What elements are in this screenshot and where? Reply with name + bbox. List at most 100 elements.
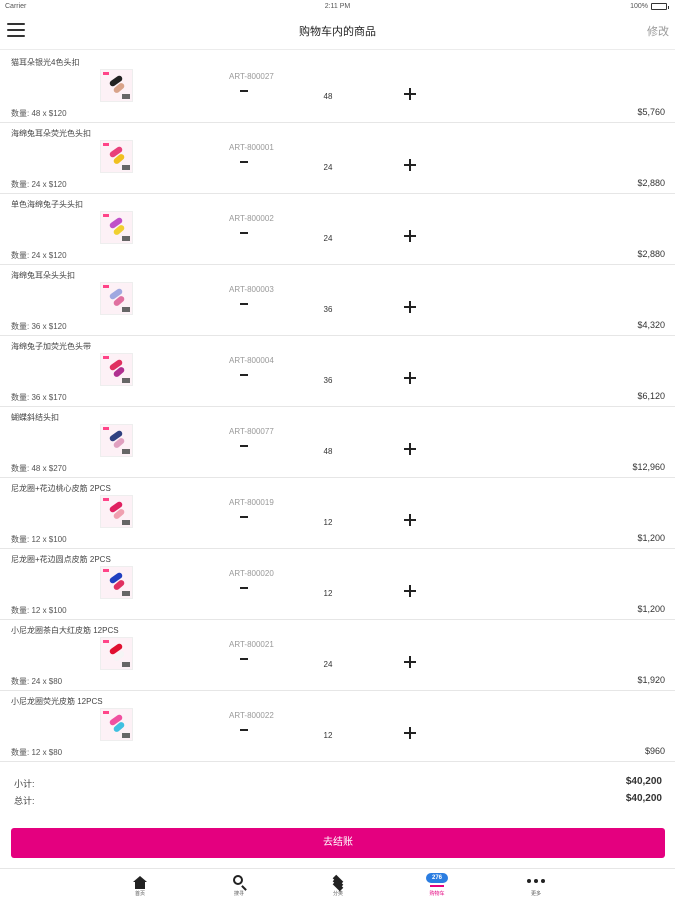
status-time: 2:11 PM [324,3,351,10]
item-thumbnail[interactable] [100,140,133,173]
nav-bar: 购物车内的商品 修改 [0,14,675,50]
item-thumbnail[interactable] [100,353,133,386]
item-count: 24 [323,163,333,172]
total-value: $40,200 [625,793,662,804]
decrease-quantity-button[interactable] [237,297,251,311]
cart-list: 猫耳朵银光4色头扣 ART-800027 48 数量: 48 x $120 $5… [0,52,675,762]
item-thumbnail[interactable] [100,69,133,102]
more-icon [527,879,545,883]
battery-icon [651,3,669,10]
decrease-quantity-button[interactable] [237,155,251,169]
increase-quantity-button[interactable] [403,87,417,101]
item-amount: $6,120 [637,391,665,401]
cart-item-row: 海绵兔耳朵头头扣 ART-800003 36 数量: 36 x $120 $4,… [0,265,675,336]
item-quantity-price: 数量: 12 x $80 [11,748,63,757]
item-code: ART-800002 [229,214,274,223]
edit-button[interactable]: 修改 [647,23,669,39]
item-quantity-price: 数量: 12 x $100 [11,606,67,615]
increase-quantity-button[interactable] [403,442,417,456]
decrease-quantity-button[interactable] [237,84,251,98]
tab-bar: 首页 搜寻 分类 276 购物车 更多 [0,868,675,900]
item-name: 小尼龙圈荧光皮筋 12PCS [11,697,103,706]
item-count: 36 [323,305,333,314]
tab-categories[interactable]: 分类 [308,873,368,897]
decrease-quantity-button[interactable] [237,581,251,595]
item-count: 24 [323,660,333,669]
increase-quantity-button[interactable] [403,584,417,598]
item-count: 36 [323,376,333,385]
increase-quantity-button[interactable] [403,300,417,314]
tab-label: 更多 [530,891,541,897]
cart-item-row: 单色海绵兔子头头扣 ART-800002 24 数量: 24 x $120 $2… [0,194,675,265]
item-name: 蝴蝶斜结头扣 [11,413,59,422]
item-name: 猫耳朵银光4色头扣 [11,58,80,67]
tab-label: 分类 [332,891,343,897]
decrease-quantity-button[interactable] [237,723,251,737]
item-amount: $1,200 [637,533,665,543]
tab-cart[interactable]: 276 购物车 [407,873,467,897]
increase-quantity-button[interactable] [403,371,417,385]
total-label: 总计: [14,796,35,806]
item-count: 24 [323,234,333,243]
item-quantity-price: 数量: 24 x $120 [11,180,67,189]
item-quantity-price: 数量: 12 x $100 [11,535,67,544]
increase-quantity-button[interactable] [403,229,417,243]
item-thumbnail[interactable] [100,282,133,315]
cart-item-row: 小尼龙圈荧光皮筋 12PCS ART-800022 12 数量: 12 x $8… [0,691,675,762]
item-code: ART-800020 [229,569,274,578]
item-amount: $1,200 [637,604,665,614]
decrease-quantity-button[interactable] [237,368,251,382]
decrease-quantity-button[interactable] [237,439,251,453]
item-thumbnail[interactable] [100,637,133,670]
item-quantity-price: 数量: 48 x $120 [11,109,67,118]
checkout-button[interactable]: 去结账 [11,828,665,858]
item-code: ART-800021 [229,640,274,649]
subtotal-label: 小计: [14,779,35,789]
item-quantity-price: 数量: 36 x $170 [11,393,67,402]
item-thumbnail[interactable] [100,495,133,528]
decrease-quantity-button[interactable] [237,226,251,240]
decrease-quantity-button[interactable] [237,652,251,666]
decrease-quantity-button[interactable] [237,510,251,524]
increase-quantity-button[interactable] [403,513,417,527]
item-code: ART-800001 [229,143,274,152]
battery-status: 100% [630,3,669,10]
item-name: 尼龙圈+花边桃心皮筋 2PCS [11,484,111,493]
item-amount: $12,960 [632,462,665,472]
increase-quantity-button[interactable] [403,726,417,740]
increase-quantity-button[interactable] [403,158,417,172]
item-amount: $2,880 [637,249,665,259]
item-amount: $960 [644,746,665,756]
tab-label: 搜寻 [233,891,244,897]
item-thumbnail[interactable] [100,211,133,244]
item-count: 48 [323,447,333,456]
item-thumbnail[interactable] [100,566,133,599]
tab-more[interactable]: 更多 [506,873,566,897]
item-thumbnail[interactable] [100,424,133,457]
item-name: 海绵兔耳朵头头扣 [11,271,75,280]
item-name: 海绵兔耳朵荧光色头扣 [11,129,91,138]
cart-icon: 276 [407,873,467,889]
tab-search[interactable]: 搜寻 [209,873,269,897]
increase-quantity-button[interactable] [403,655,417,669]
subtotal-value: $40,200 [625,776,662,787]
cart-item-row: 尼龙圈+花边圆点皮筋 2PCS ART-800020 12 数量: 12 x $… [0,549,675,620]
item-code: ART-800022 [229,711,274,720]
item-quantity-price: 数量: 36 x $120 [11,322,67,331]
search-icon [233,875,243,885]
item-code: ART-800019 [229,498,274,507]
tab-home[interactable]: 首页 [110,873,170,897]
layers-icon [331,874,345,892]
item-name: 尼龙圈+花边圆点皮筋 2PCS [11,555,111,564]
item-count: 12 [323,518,333,527]
item-count: 48 [323,92,333,101]
item-quantity-price: 数量: 24 x $120 [11,251,67,260]
cart-item-row: 海绵兔子加荧光色头带 ART-800004 36 数量: 36 x $170 $… [0,336,675,407]
cart-item-row: 尼龙圈+花边桃心皮筋 2PCS ART-800019 12 数量: 12 x $… [0,478,675,549]
totals-section: 小计: $40,200 总计: $40,200 [0,772,675,822]
item-amount: $2,880 [637,178,665,188]
item-quantity-price: 数量: 48 x $270 [11,464,67,473]
tab-label: 购物车 [429,891,445,897]
item-thumbnail[interactable] [100,708,133,741]
item-count: 12 [323,731,333,740]
